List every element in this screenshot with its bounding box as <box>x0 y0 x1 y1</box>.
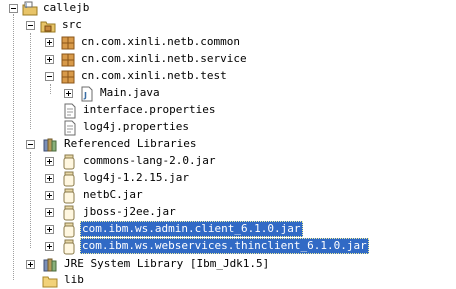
expand-toggle[interactable] <box>45 38 54 47</box>
tree-item-label: cn.com.xinli.netb.service <box>81 52 247 65</box>
package-icon <box>61 53 75 67</box>
java-project-icon: J <box>22 1 38 16</box>
collapse-toggle[interactable] <box>26 21 35 30</box>
tree-item-label: log4j.properties <box>83 120 189 133</box>
svg-text:J: J <box>83 91 87 100</box>
collapse-toggle[interactable] <box>26 140 35 149</box>
package-explorer-tree: J callejb src cn.com.xinli.netb.common c… <box>0 0 456 289</box>
tree-item-label: log4j-1.2.15.jar <box>83 171 189 184</box>
tree-item-jar[interactable]: commons-lang-2.0.jar <box>0 153 456 170</box>
jar-icon <box>63 171 75 187</box>
tree-item-jar[interactable]: jboss-j2ee.jar <box>0 204 456 221</box>
properties-file-icon <box>64 120 76 136</box>
expand-toggle[interactable] <box>45 191 54 200</box>
tree-item-properties-file[interactable]: log4j.properties <box>0 119 456 136</box>
tree-item-jar[interactable]: com.ibm.ws.webservices.thinclient_6.1.0.… <box>0 238 456 255</box>
tree-item-src[interactable]: src <box>0 17 456 34</box>
jar-icon <box>63 239 75 255</box>
tree-item-label: JRE System Library [Ibm_Jdk1.5] <box>64 257 270 270</box>
tree-item-package[interactable]: cn.com.xinli.netb.common <box>0 34 456 51</box>
svg-text:J: J <box>25 3 27 9</box>
expand-toggle[interactable] <box>45 242 54 251</box>
tree-item-package[interactable]: cn.com.xinli.netb.service <box>0 51 456 68</box>
tree-item-jar[interactable]: netbC.jar <box>0 187 456 204</box>
expand-toggle[interactable] <box>64 89 73 98</box>
library-container-icon <box>43 138 57 152</box>
collapse-toggle[interactable] <box>9 4 18 13</box>
tree-item-label-selected: com.ibm.ws.webservices.thinclient_6.1.0.… <box>80 238 369 254</box>
tree-item-jar[interactable]: log4j-1.2.15.jar <box>0 170 456 187</box>
tree-item-label: commons-lang-2.0.jar <box>83 154 216 167</box>
tree-item-label: cn.com.xinli.netb.test <box>81 69 227 82</box>
expand-toggle[interactable] <box>45 55 54 64</box>
tree-item-label: src <box>62 18 82 31</box>
tree-item-referenced-libraries[interactable]: Referenced Libraries <box>0 136 456 153</box>
jar-icon <box>63 188 75 204</box>
tree-item-java-file[interactable]: J Main.java <box>0 85 456 102</box>
tree-item-label: jboss-j2ee.jar <box>83 205 176 218</box>
jar-icon <box>63 154 75 170</box>
tree-item-label: interface.properties <box>83 103 216 116</box>
package-icon <box>61 70 75 84</box>
expand-toggle[interactable] <box>26 260 35 269</box>
tree-item-label-selected: com.ibm.ws.admin.client_6.1.0.jar <box>80 221 303 237</box>
tree-item-label: lib <box>64 273 84 286</box>
tree-item-label: Main.java <box>100 86 160 99</box>
tree-item-project[interactable]: J callejb <box>0 0 456 17</box>
tree-item-label: callejb <box>43 1 90 14</box>
folder-icon <box>42 276 58 288</box>
tree-item-jre-library[interactable]: JRE System Library [Ibm_Jdk1.5] <box>0 256 456 273</box>
jar-icon <box>63 222 75 238</box>
tree-item-properties-file[interactable]: interface.properties <box>0 102 456 119</box>
tree-item-package[interactable]: cn.com.xinli.netb.test <box>0 68 456 85</box>
jar-icon <box>63 205 75 221</box>
expand-toggle[interactable] <box>45 225 54 234</box>
properties-file-icon <box>64 103 76 119</box>
package-icon <box>61 36 75 50</box>
source-folder-icon <box>40 21 56 33</box>
java-file-icon: J <box>81 86 93 102</box>
tree-item-folder-lib[interactable]: lib <box>0 272 456 289</box>
expand-toggle[interactable] <box>45 157 54 166</box>
tree-item-jar[interactable]: com.ibm.ws.admin.client_6.1.0.jar <box>0 221 456 238</box>
tree-item-label: netbC.jar <box>83 188 143 201</box>
expand-toggle[interactable] <box>45 174 54 183</box>
jre-library-icon <box>43 258 57 272</box>
expand-toggle[interactable] <box>45 208 54 217</box>
collapse-toggle[interactable] <box>45 72 54 81</box>
tree-item-label: cn.com.xinli.netb.common <box>81 35 240 48</box>
tree-item-label: Referenced Libraries <box>64 137 197 150</box>
